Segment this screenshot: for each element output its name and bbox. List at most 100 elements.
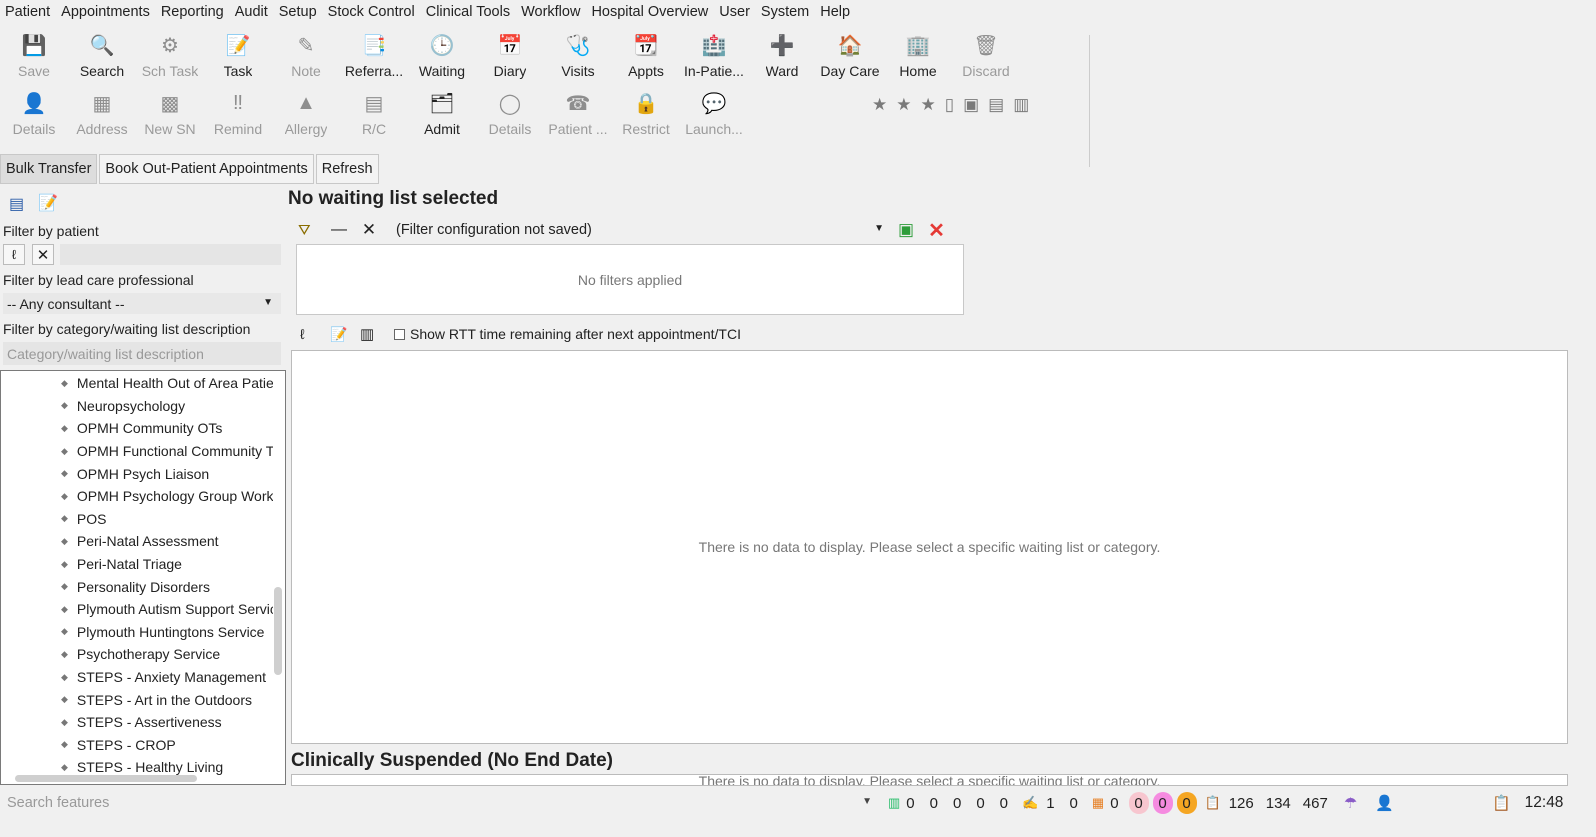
discard-button[interactable]: 🗑 Discard	[952, 32, 1020, 86]
tree-item[interactable]: ◆ Psychotherapy Service	[1, 643, 273, 666]
edit-icon[interactable]: 📝	[330, 326, 360, 343]
status-group-clipboard[interactable]: 📋 126 134 467	[1205, 795, 1328, 812]
menu-help[interactable]: Help	[815, 4, 856, 20]
edit-list-icon[interactable]: 📝	[38, 193, 58, 213]
print-preview-icon[interactable]: ▤	[988, 95, 1004, 115]
tree-item[interactable]: ◆ STEPS - CROP	[1, 734, 273, 757]
menu-appointments[interactable]: Appointments	[56, 4, 156, 20]
menu-system[interactable]: System	[756, 4, 815, 20]
allergy-button[interactable]: ▲ Allergy	[272, 90, 340, 144]
menu-patient[interactable]: Patient	[0, 4, 56, 20]
launch-button[interactable]: 💬 Launch...	[680, 90, 748, 144]
details-button[interactable]: ◯ Details	[476, 90, 544, 144]
select-list-icon[interactable]: ▤	[9, 194, 24, 214]
status-group-diary[interactable]: ▦ 0 0 0 0	[1092, 792, 1197, 814]
horizontal-scrollbar[interactable]	[15, 775, 197, 782]
filter-config-select[interactable]: (Filter configuration not saved) ▼	[396, 219, 890, 241]
waiting-list-tree[interactable]: ◆ Mental Health Out of Area Patie ◆ Neurops…	[0, 370, 286, 785]
day-care-button[interactable]: 🏠 Day Care	[816, 32, 884, 86]
note-button[interactable]: ✎ Note	[272, 32, 340, 86]
refresh-button[interactable]: Refresh	[315, 154, 379, 184]
visits-button[interactable]: 🩺 Visits	[544, 32, 612, 86]
patient-filter-input[interactable]	[60, 244, 281, 265]
feature-search-input[interactable]: Search features ▼	[0, 792, 880, 814]
search-button[interactable]: 🔍 Search	[68, 32, 136, 86]
tree-item[interactable]: ◆ Peri-Natal Triage	[1, 553, 273, 576]
admit-button[interactable]: 🗂 Admit	[408, 90, 476, 144]
minimize-icon[interactable]: —	[324, 221, 354, 239]
ward-button[interactable]: ➕ Ward	[748, 32, 816, 86]
book-outpatient-button[interactable]: Book Out-Patient Appointments	[99, 154, 314, 184]
tree-item-label: Neuropsychology	[76, 397, 186, 414]
vertical-scrollbar[interactable]	[274, 587, 282, 675]
tree-item-label: Peri-Natal Assessment	[76, 533, 219, 550]
consultant-select[interactable]: -- Any consultant -- ▼	[3, 293, 281, 314]
delete-filter-icon[interactable]: ✕	[928, 218, 945, 243]
clear-patient-button[interactable]: ✕	[32, 244, 54, 265]
patient-button[interactable]: ☎ Patient ...	[544, 90, 612, 144]
suspended-grid[interactable]: There is no data to display. Please sele…	[291, 774, 1568, 786]
patient-lookup-button[interactable]: ℓ	[3, 244, 25, 265]
tree-item[interactable]: ◆ OPMH Functional Community Te	[1, 440, 273, 463]
tree-item[interactable]: ◆ Peri-Natal Assessment	[1, 530, 273, 553]
menu-audit[interactable]: Audit	[230, 4, 274, 20]
menu-stock-control[interactable]: Stock Control	[323, 4, 421, 20]
tree-item[interactable]: ◆ Plymouth Autism Support Servic	[1, 598, 273, 621]
tree-item[interactable]: ◆ OPMH Community OTs	[1, 417, 273, 440]
rtt-checkbox[interactable]	[394, 328, 405, 340]
r-c-button[interactable]: ▤ R/C	[340, 90, 408, 144]
menu-clinical-tools[interactable]: Clinical Tools	[421, 4, 516, 20]
star-icon[interactable]: ★	[896, 95, 911, 115]
diary-button[interactable]: 📅 Diary	[476, 32, 544, 86]
save-button[interactable]: 💾 Save	[0, 32, 68, 86]
tree-item[interactable]: ◆ Mental Health Out of Area Patie	[1, 372, 273, 395]
toolbar-label: Search	[79, 63, 125, 79]
document-icon[interactable]: ▯	[945, 95, 954, 115]
print-icon[interactable]: ▥	[1013, 95, 1029, 115]
appts-button[interactable]: 📆 Appts	[612, 32, 680, 86]
address-button[interactable]: ▦ Address	[68, 90, 136, 144]
new-sn-button[interactable]: ▩ New SN	[136, 90, 204, 144]
details-button[interactable]: 👤 Details	[0, 90, 68, 144]
tree-item[interactable]: ◆ STEPS - Art in the Outdoors	[1, 688, 273, 711]
menu-reporting[interactable]: Reporting	[156, 4, 230, 20]
home-button[interactable]: 🏢 Home	[884, 32, 952, 86]
weather-icon[interactable]: ☂	[1344, 794, 1357, 812]
menu-hospital-overview[interactable]: Hospital Overview	[586, 4, 714, 20]
remind-button[interactable]: ‼ Remind	[204, 90, 272, 144]
task-button[interactable]: 📝 Task	[204, 32, 272, 86]
menu-workflow[interactable]: Workflow	[516, 4, 586, 20]
in-patie-button[interactable]: 🏥 In-Patie...	[680, 32, 748, 86]
tree-item[interactable]: ◆ Plymouth Huntingtons Service	[1, 621, 273, 644]
category-search-input[interactable]: Category/waiting list description	[3, 342, 281, 365]
user-icon[interactable]: 👤	[1375, 794, 1394, 812]
save-filter-icon[interactable]: ▣	[898, 220, 914, 240]
sch-task-button[interactable]: ⚙ Sch Task	[136, 32, 204, 86]
waiting-button[interactable]: 🕒 Waiting	[408, 32, 476, 86]
clipboard-icon[interactable]: 📋	[1492, 794, 1511, 812]
close-icon[interactable]: ✕	[354, 220, 384, 240]
tree-item[interactable]: ◆ POS	[1, 508, 273, 531]
waiting-list-grid[interactable]: There is no data to display. Please sele…	[291, 350, 1568, 744]
tree-item[interactable]: ◆ Neuropsychology	[1, 395, 273, 418]
print-icon[interactable]: ▥	[360, 325, 390, 343]
copy-icon[interactable]: ▣	[963, 95, 979, 115]
menu-user[interactable]: User	[714, 4, 756, 20]
referra-button[interactable]: 📑 Referra...	[340, 32, 408, 86]
tree-item[interactable]: ◆ STEPS - Assertiveness	[1, 711, 273, 734]
filter-funnel-icon[interactable]: ⛛	[298, 222, 324, 239]
tree-item[interactable]: ◆ STEPS - Anxiety Management	[1, 666, 273, 689]
bulk-transfer-button[interactable]: Bulk Transfer	[0, 154, 98, 184]
tree-item[interactable]: ◆ OPMH Psychology Group Work	[1, 485, 273, 508]
tree-item[interactable]: ◆ Personality Disorders	[1, 575, 273, 598]
restrict-button[interactable]: 🔒 Restrict	[612, 90, 680, 144]
menu-setup[interactable]: Setup	[274, 4, 323, 20]
status-group-tasks[interactable]: ✍ 1 0	[1022, 795, 1078, 812]
star-icon[interactable]: ★	[872, 95, 887, 115]
star-icon[interactable]: ★	[921, 95, 936, 115]
toolbar-label: Day Care	[820, 63, 880, 79]
patient-lookup-icon[interactable]: ℓ	[300, 326, 330, 342]
status-group-results[interactable]: ▥ 0 0 0 0 0	[888, 795, 1008, 812]
tree-item[interactable]: ◆ OPMH Psych Liaison	[1, 462, 273, 485]
main-panel: No waiting list selected	[288, 188, 498, 210]
